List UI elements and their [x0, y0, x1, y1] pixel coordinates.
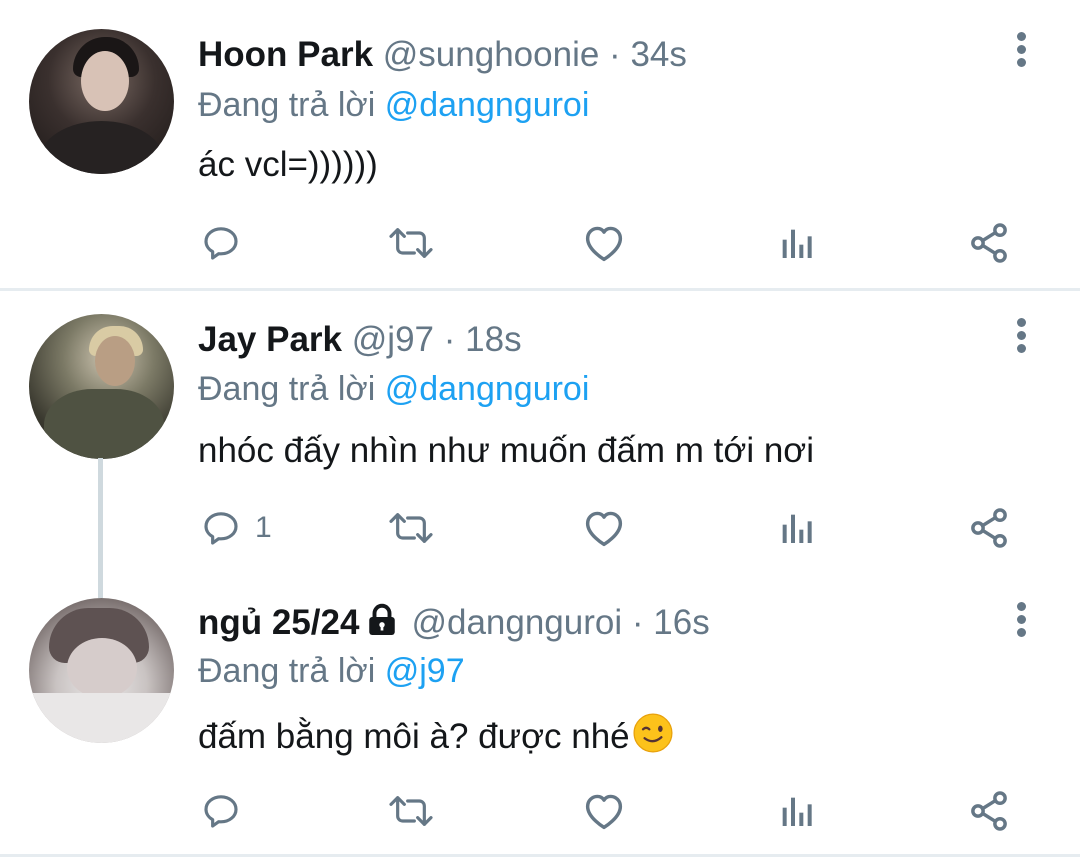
- timestamp[interactable]: 18s: [465, 320, 521, 359]
- lock-icon: [369, 603, 396, 635]
- analytics-button[interactable]: [776, 786, 816, 836]
- user-handle[interactable]: @j97: [352, 320, 434, 359]
- reply-prefix: Đang trả lời: [198, 370, 376, 408]
- tweet-header: Jay Park @j97 · 18s: [198, 319, 522, 361]
- avatar[interactable]: [29, 598, 174, 743]
- like-icon: [585, 511, 623, 547]
- retweet-button[interactable]: [385, 503, 437, 553]
- tweet-text-wrapper: đấm bằng môi à? được nhé: [198, 712, 674, 759]
- share-icon: [971, 508, 1007, 548]
- tweet-header: Hoon Park @sunghoonie · 34s: [198, 34, 687, 76]
- tweet-header: ngủ 25/24 @dangnguroi · 16s: [198, 602, 710, 644]
- replying-to: Đang trả lời @dangnguroi: [198, 84, 589, 126]
- tweet-text: đấm bằng môi à? được nhé: [198, 717, 630, 756]
- reply-prefix: Đang trả lời: [198, 652, 376, 690]
- user-handle[interactable]: @sunghoonie: [383, 35, 600, 74]
- tweet-actions: 1: [0, 503, 1080, 553]
- share-button[interactable]: [967, 503, 1011, 553]
- tweet-text: nhóc đấy nhìn như muốn đấm m tới nơi: [198, 431, 815, 470]
- reply-count: 1: [255, 511, 272, 544]
- tweet-divider: [0, 854, 1080, 857]
- share-button[interactable]: [967, 218, 1011, 268]
- tweet-actions: [0, 218, 1080, 268]
- winking-face-icon: [633, 713, 673, 753]
- avatar[interactable]: [29, 29, 174, 174]
- more-options-icon[interactable]: [1010, 318, 1032, 362]
- reply-mention-link[interactable]: @j97: [385, 652, 465, 690]
- reply-button[interactable]: [201, 218, 255, 268]
- user-handle[interactable]: @dangnguroi: [411, 603, 622, 642]
- more-options-icon[interactable]: [1010, 602, 1032, 646]
- tweet-actions: [0, 786, 1080, 836]
- analytics-icon: [782, 797, 812, 826]
- like-button[interactable]: [582, 503, 626, 553]
- analytics-button[interactable]: [776, 218, 816, 268]
- timestamp[interactable]: 34s: [630, 35, 686, 74]
- like-button[interactable]: [582, 786, 626, 836]
- reply-mention-link[interactable]: @dangnguroi: [385, 370, 590, 408]
- retweet-icon: [389, 796, 433, 826]
- reply-mention-link[interactable]: @dangnguroi: [385, 86, 590, 124]
- reply-icon: [204, 512, 238, 545]
- retweet-button[interactable]: [385, 218, 437, 268]
- tweet-1[interactable]: Hoon Park @sunghoonie · 34s Đang trả lời…: [0, 0, 1080, 288]
- tweet-3[interactable]: ngủ 25/24 @dangnguroi · 16s Đang trả lời …: [0, 576, 1080, 854]
- replying-to: Đang trả lời @j97: [198, 650, 465, 692]
- reply-icon: [204, 795, 238, 828]
- more-options-icon[interactable]: [1010, 32, 1032, 76]
- display-name[interactable]: ngủ 25/24: [198, 603, 359, 642]
- reply-button[interactable]: [201, 786, 255, 836]
- separator: ·: [443, 320, 456, 359]
- separator: ·: [631, 603, 644, 642]
- tweet-text: ác vcl=)))))): [198, 145, 378, 184]
- analytics-button[interactable]: [776, 503, 816, 553]
- retweet-icon: [389, 513, 433, 543]
- like-icon: [585, 226, 623, 262]
- analytics-icon: [782, 229, 812, 258]
- share-button[interactable]: [967, 786, 1011, 836]
- display-name[interactable]: Hoon Park: [198, 35, 373, 74]
- tweet-2[interactable]: Jay Park @j97 · 18s Đang trả lời @dangng…: [0, 291, 1080, 576]
- replying-to: Đang trả lời @dangnguroi: [198, 368, 589, 410]
- reply-icon: [204, 227, 238, 260]
- retweet-icon: [389, 228, 433, 258]
- like-icon: [585, 794, 623, 830]
- like-button[interactable]: [582, 218, 626, 268]
- analytics-icon: [782, 514, 812, 543]
- share-icon: [971, 223, 1007, 263]
- reply-button[interactable]: 1: [201, 503, 272, 553]
- avatar[interactable]: [29, 314, 174, 459]
- retweet-button[interactable]: [385, 786, 437, 836]
- reply-prefix: Đang trả lời: [198, 86, 376, 124]
- separator: ·: [609, 35, 621, 74]
- timestamp[interactable]: 16s: [653, 603, 709, 642]
- share-icon: [971, 791, 1007, 831]
- display-name[interactable]: Jay Park: [198, 320, 342, 359]
